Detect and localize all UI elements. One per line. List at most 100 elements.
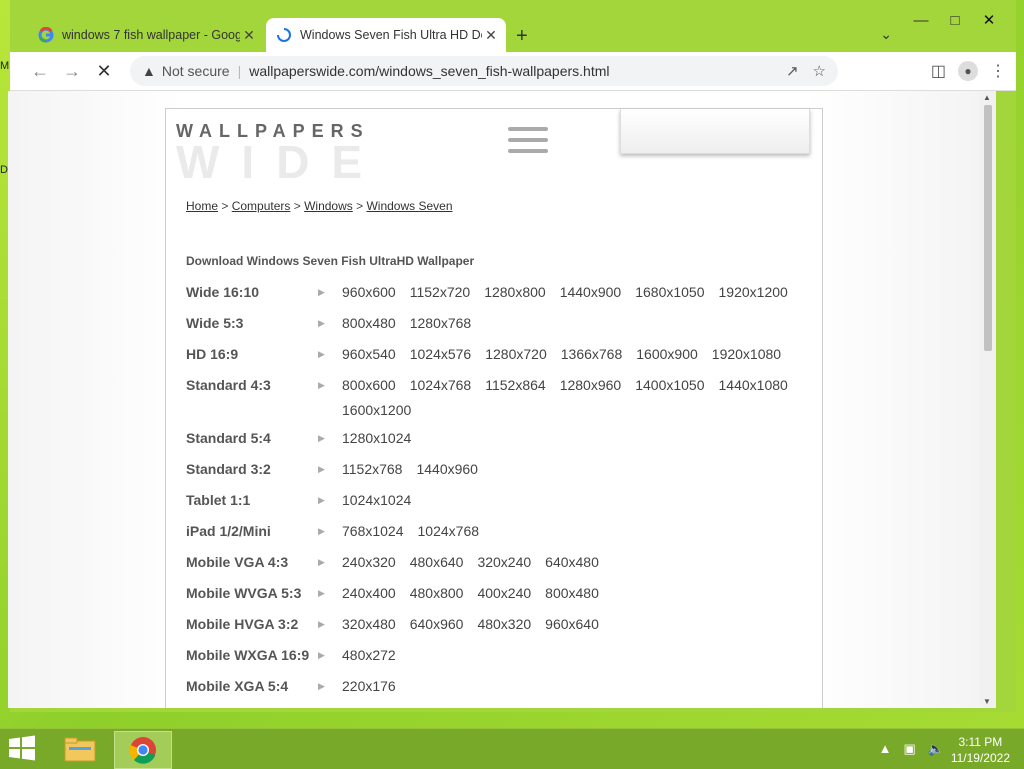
resolution-link[interactable]: 1600x900: [636, 342, 698, 367]
caret-right-icon: ▶: [318, 557, 325, 567]
resolution-group-label: Mobile WVGA 5:3: [186, 585, 302, 601]
bookmark-star-icon[interactable]: ☆: [813, 62, 826, 80]
profile-avatar-icon[interactable]: ●: [958, 61, 978, 81]
tab-title: Windows Seven Fish Ultra HD De: [300, 28, 482, 42]
scroll-down-icon[interactable]: ▼: [983, 697, 991, 706]
resolution-link[interactable]: 768x1024: [342, 519, 404, 544]
resolution-link[interactable]: 1440x1080: [719, 373, 788, 398]
google-icon: [38, 27, 54, 43]
site-logo[interactable]: WIDE WALLPAPERS: [176, 121, 436, 188]
resolution-link[interactable]: 800x480: [342, 311, 396, 336]
back-arrow-icon[interactable]: ←: [24, 55, 56, 87]
scroll-up-icon[interactable]: ▲: [983, 93, 991, 102]
forward-arrow-icon[interactable]: →: [56, 55, 88, 87]
resolution-link[interactable]: 320x480: [342, 612, 396, 637]
menu-kebab-icon[interactable]: ⋮: [990, 61, 1006, 81]
resolution-link[interactable]: 480x320: [477, 612, 531, 637]
resolution-link[interactable]: 960x600: [342, 280, 396, 305]
breadcrumb-windows-seven[interactable]: Windows Seven: [366, 199, 452, 213]
security-label[interactable]: Not secure: [162, 63, 230, 79]
close-tab-icon[interactable]: ✕: [482, 26, 500, 44]
resolution-link[interactable]: 1024x768: [418, 519, 480, 544]
caret-right-icon: ▶: [318, 619, 325, 629]
resolution-link[interactable]: 1280x800: [484, 280, 546, 305]
side-panel-icon[interactable]: ◫: [931, 61, 946, 81]
resolution-group-label: Mobile XGA 5:4: [186, 678, 289, 694]
file-explorer-icon[interactable]: [52, 731, 108, 767]
resolution-link[interactable]: 320x240: [477, 550, 531, 575]
resolution-link[interactable]: 1280x720: [485, 342, 547, 367]
warning-triangle-icon[interactable]: ▲: [142, 63, 156, 79]
resolution-link[interactable]: 1280x768: [410, 311, 472, 336]
caret-right-icon: ▶: [318, 380, 325, 390]
vertical-scrollbar[interactable]: ▲ ▼: [980, 91, 996, 708]
resolution-links: 960x540 1024x576 1280x720 1366x768 1600x900 1…: [342, 339, 802, 367]
resolution-link[interactable]: 960x540: [342, 342, 396, 367]
resolution-link[interactable]: 1024x768: [410, 373, 472, 398]
resolution-link[interactable]: 1680x1050: [635, 280, 704, 305]
resolution-link[interactable]: 480x800: [410, 581, 464, 606]
resolution-link[interactable]: 1920x1080: [712, 342, 781, 367]
resolution-link[interactable]: 800x600: [342, 373, 396, 398]
resolution-link[interactable]: 480x640: [410, 550, 464, 575]
resolution-link[interactable]: 1400x1050: [635, 373, 704, 398]
site-search-box[interactable]: [620, 109, 810, 154]
resolution-link[interactable]: 1280x1024: [342, 426, 411, 451]
show-hidden-icons[interactable]: ▲: [879, 741, 892, 757]
tab-title: windows 7 fish wallpaper - Goog: [62, 28, 240, 42]
taskbar-clock[interactable]: 3:11 PM 11/19/2022: [951, 734, 1010, 766]
close-tab-icon[interactable]: ✕: [240, 26, 258, 44]
resolution-link[interactable]: 1152x768: [342, 457, 402, 482]
breadcrumb-home[interactable]: Home: [186, 199, 218, 213]
resolution-link[interactable]: 1366x768: [561, 342, 623, 367]
resolution-group-label: Standard 5:4: [186, 430, 271, 446]
resolution-link[interactable]: 1920x1200: [719, 280, 788, 305]
resolution-link[interactable]: 1600x1200: [342, 398, 411, 423]
resolution-link[interactable]: 1152x720: [410, 280, 470, 305]
resolution-group-label: iPad 1/2/Mini: [186, 523, 271, 539]
hamburger-menu-icon[interactable]: [508, 127, 548, 160]
resolution-link[interactable]: 220x176: [342, 674, 396, 699]
tab-google-search[interactable]: windows 7 fish wallpaper - Goog ✕: [28, 18, 264, 52]
caret-right-icon: ▶: [318, 287, 325, 297]
resolution-link[interactable]: 640x480: [545, 550, 599, 575]
resolution-link[interactable]: 960x640: [545, 612, 599, 637]
chevron-down-icon[interactable]: ⌄: [880, 26, 892, 43]
resolution-link[interactable]: 240x320: [342, 550, 396, 575]
resolution-links: 800x600 1024x768 1152x864 1280x960 1400x1050…: [342, 370, 802, 423]
stop-loading-icon[interactable]: ✕: [88, 55, 120, 87]
breadcrumb-computers[interactable]: Computers: [232, 199, 291, 213]
resolution-group-label: Wide 5:3: [186, 315, 244, 331]
scrollbar-thumb[interactable]: [984, 105, 992, 351]
resolution-link[interactable]: 1152x864: [485, 373, 545, 398]
new-tab-button[interactable]: +: [516, 25, 528, 48]
volume-icon[interactable]: 🔈: [928, 741, 944, 757]
resolution-group-label: Mobile WXGA 16:9: [186, 647, 310, 663]
resolution-link[interactable]: 1440x900: [560, 280, 622, 305]
network-icon[interactable]: ▣: [904, 741, 916, 757]
resolution-link[interactable]: 1280x960: [560, 373, 622, 398]
resolution-link[interactable]: 1024x1024: [342, 488, 411, 513]
tab-wallpaperswide[interactable]: Windows Seven Fish Ultra HD De ✕: [266, 18, 506, 52]
resolution-group-label: Wide 16:10: [186, 284, 260, 300]
resolution-links: 768x1024 1024x768: [342, 516, 802, 544]
chrome-taskbar-icon[interactable]: [114, 731, 172, 769]
breadcrumb-windows[interactable]: Windows: [304, 199, 353, 213]
resolution-row: iPad 1/2/Mini ▶ 768x1024 1024x768: [186, 516, 806, 547]
resolution-link[interactable]: 1024x576: [410, 342, 472, 367]
wallpaper-page: WIDE WALLPAPERS Home > Computers > Windo…: [165, 108, 823, 708]
url-text[interactable]: wallpaperswide.com/windows_seven_fish-wa…: [249, 63, 609, 79]
share-icon[interactable]: ↗: [786, 62, 799, 80]
page-viewport: WIDE WALLPAPERS Home > Computers > Windo…: [8, 91, 980, 708]
resolution-link[interactable]: 640x960: [410, 612, 464, 637]
resolution-link[interactable]: 480x272: [342, 643, 396, 668]
resolution-links: 240x320 480x640 320x240 640x480: [342, 547, 802, 575]
windows-start-icon[interactable]: [8, 735, 38, 763]
resolution-link[interactable]: 1440x960: [416, 457, 478, 482]
resolution-link[interactable]: 800x480: [545, 581, 599, 606]
address-bar[interactable]: ▲ Not secure | wallpaperswide.com/window…: [130, 56, 838, 86]
resolution-link[interactable]: 400x240: [477, 581, 531, 606]
logo-wallpapers-text: WALLPAPERS: [176, 121, 370, 141]
resolution-link[interactable]: 240x400: [342, 581, 396, 606]
logo-wide-text: WIDE: [176, 136, 385, 188]
